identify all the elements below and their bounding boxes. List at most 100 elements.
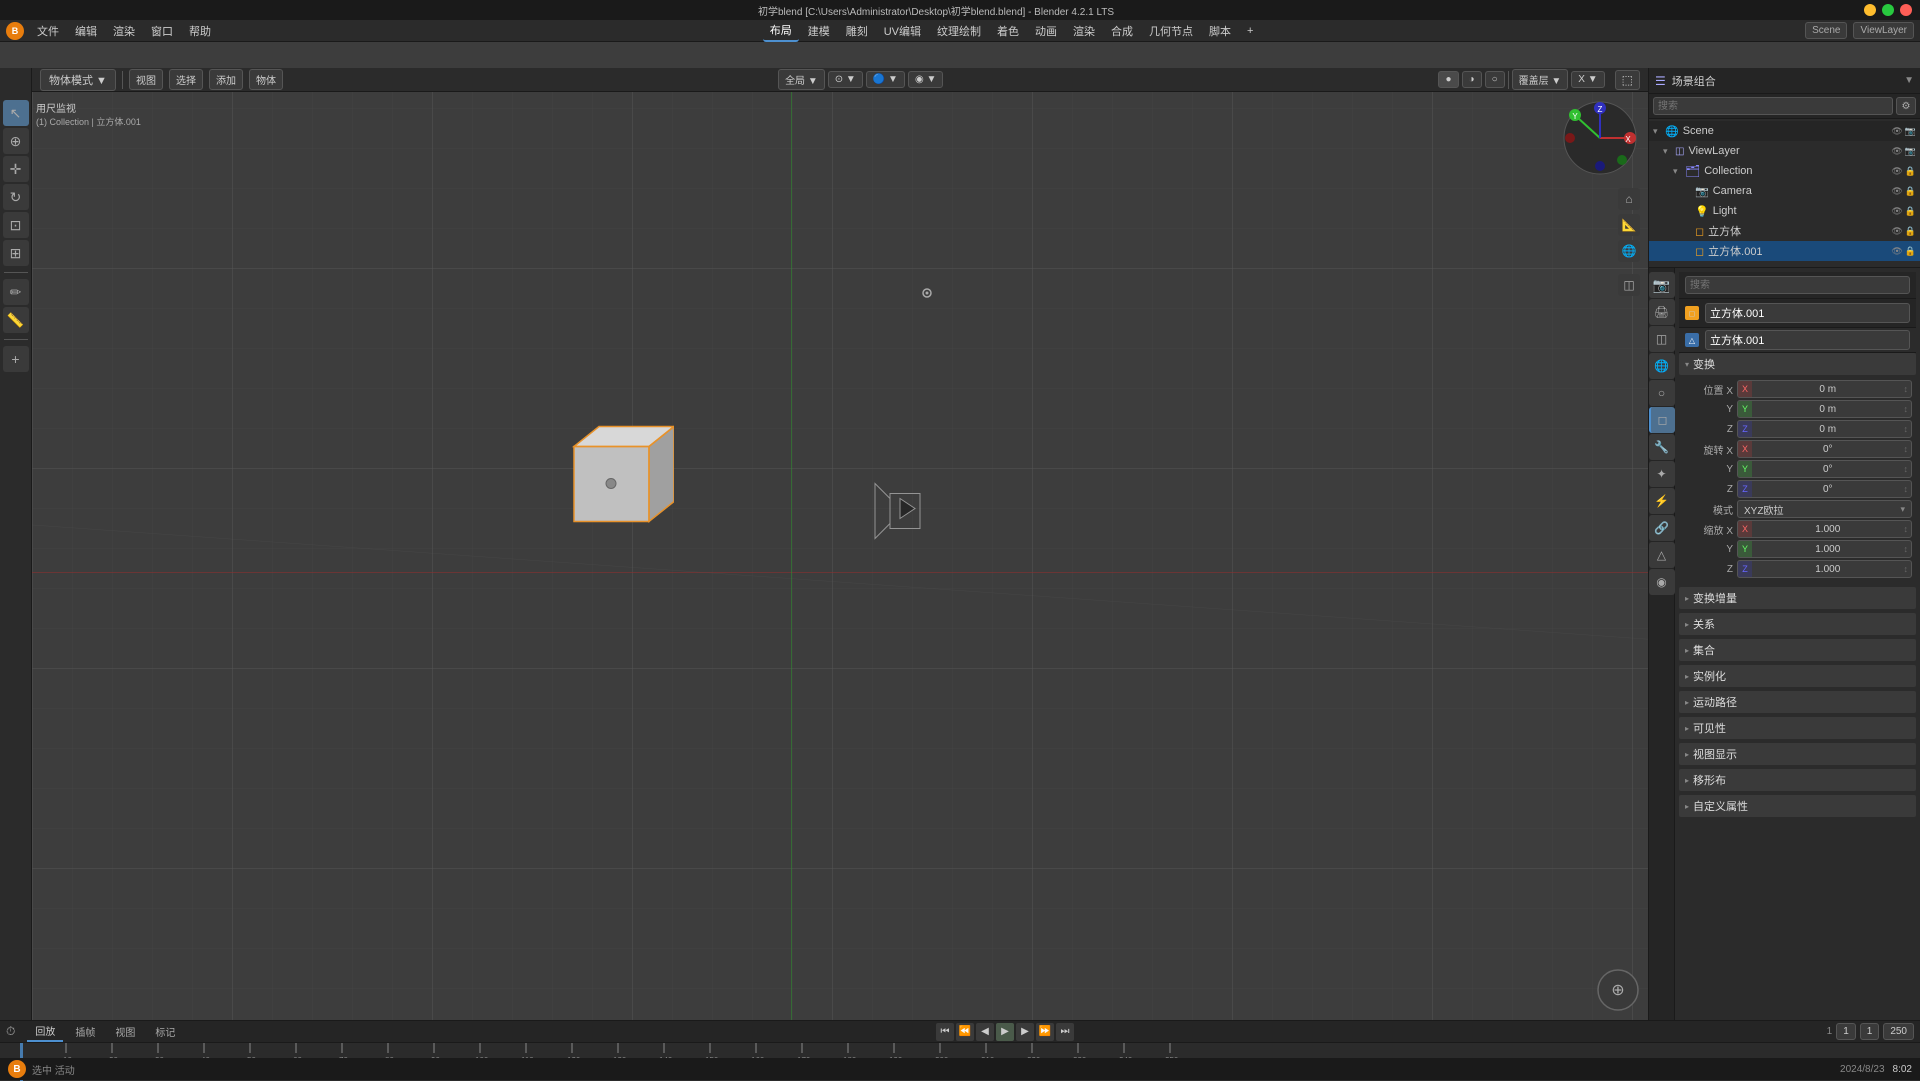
- prop-tab-scene[interactable]: 🌐: [1649, 353, 1675, 379]
- scale-x-field[interactable]: X 1.000 ↕: [1737, 520, 1912, 538]
- cube-eye[interactable]: 👁: [1891, 226, 1902, 237]
- light-eye[interactable]: 👁: [1891, 206, 1902, 217]
- current-frame-input[interactable]: 1: [1836, 1023, 1856, 1040]
- prop-tab-output[interactable]: 🖨: [1649, 299, 1675, 325]
- tool-cursor[interactable]: ⊕: [3, 128, 29, 154]
- viewport-gizmo-toggle[interactable]: X ▼: [1571, 71, 1604, 88]
- tl-tab-playback[interactable]: 回放: [27, 1021, 63, 1042]
- jump-start-btn[interactable]: ⏮: [936, 1023, 954, 1041]
- tab-modeling[interactable]: 建模: [801, 21, 837, 41]
- scene-camera-icon[interactable]: 📷: [1905, 126, 1916, 137]
- outliner-filter-icon[interactable]: ▼: [1904, 75, 1914, 86]
- cube-object[interactable]: [554, 406, 674, 529]
- tab-uv[interactable]: UV编辑: [877, 21, 928, 41]
- viewlayer-eye[interactable]: 👁: [1891, 146, 1902, 157]
- tool-transform[interactable]: ⊞: [3, 240, 29, 266]
- prop-tab-world[interactable]: ○: [1649, 380, 1675, 406]
- rotation-mode-select[interactable]: XYZ欧拉 ▾: [1737, 500, 1912, 518]
- outliner-item-light[interactable]: 💡 Light 👁 🔒: [1649, 201, 1920, 221]
- light-object[interactable]: [921, 287, 933, 302]
- custom-properties-header[interactable]: ▸ 自定义属性: [1679, 795, 1916, 817]
- prev-frame-btn[interactable]: ⏪: [956, 1023, 974, 1041]
- viewport-3d[interactable]: 物体模式 ▼ 视图 选择 添加 物体 全局 ▼ ⊙ ▼ 🔵 ▼ ◉ ▼ ● ◑ …: [32, 68, 1648, 1020]
- tl-tab-view[interactable]: 视图: [107, 1022, 143, 1041]
- viewport-shading-solid[interactable]: ●: [1438, 71, 1458, 88]
- collections-header[interactable]: ▸ 集合: [1679, 639, 1916, 661]
- viewport-object-menu[interactable]: 物体: [249, 69, 283, 90]
- proportional-edit[interactable]: ◉ ▼: [908, 71, 943, 88]
- tab-texture[interactable]: 纹理绘制: [930, 21, 988, 41]
- tab-render2[interactable]: 渲染: [1066, 21, 1102, 41]
- properties-search-input[interactable]: [1685, 276, 1910, 294]
- rot-y-field[interactable]: Y 0° ↕: [1737, 460, 1912, 478]
- tab-layout[interactable]: 布局: [763, 20, 799, 42]
- collection-eye[interactable]: 👁: [1891, 166, 1902, 177]
- play-btn[interactable]: ▶: [996, 1023, 1014, 1041]
- scene-eye-icon[interactable]: 👁: [1891, 126, 1902, 137]
- transform-global-selector[interactable]: 全局 ▼: [778, 69, 825, 90]
- snap-toggle[interactable]: 🔵 ▼: [866, 71, 905, 88]
- tool-add[interactable]: +: [3, 346, 29, 372]
- tl-tab-markers[interactable]: 标记: [147, 1022, 183, 1041]
- tool-annotate[interactable]: ✏: [3, 279, 29, 305]
- prop-tab-data[interactable]: △: [1649, 542, 1675, 568]
- mesh-name-input[interactable]: [1705, 330, 1910, 350]
- start-frame-input[interactable]: 1: [1860, 1023, 1880, 1040]
- jump-end-btn[interactable]: ⏭: [1056, 1023, 1074, 1041]
- zoom-extent-btn[interactable]: ⌂: [1618, 188, 1640, 210]
- perspective-toggle-btn[interactable]: 📐: [1618, 214, 1640, 236]
- outliner-filter-btn[interactable]: ⚙: [1896, 97, 1916, 115]
- outliner-item-cube[interactable]: ◻ 立方体 👁 🔒: [1649, 221, 1920, 241]
- menu-render[interactable]: 渲染: [106, 21, 142, 41]
- prop-tab-particles[interactable]: ✦: [1649, 461, 1675, 487]
- transform-pivot-selector[interactable]: ⊙ ▼: [828, 71, 863, 88]
- outliner-viewlayer[interactable]: ▾ ◫ ViewLayer 👁 📷: [1649, 141, 1920, 161]
- viewport-overlay-toggle[interactable]: 覆盖层 ▼: [1512, 69, 1569, 90]
- viewport-select-menu[interactable]: 选择: [169, 69, 203, 90]
- viewport-nav-circle[interactable]: ⊕: [1596, 968, 1640, 1012]
- cube001-eye[interactable]: 👁: [1891, 246, 1902, 257]
- cube-restrict[interactable]: 🔒: [1905, 226, 1916, 237]
- scale-z-field[interactable]: Z 1.000 ↕: [1737, 560, 1912, 578]
- tool-rotate[interactable]: ↻: [3, 184, 29, 210]
- menu-edit[interactable]: 编辑: [68, 21, 104, 41]
- tool-move[interactable]: ✛: [3, 156, 29, 182]
- tool-measure[interactable]: 📏: [3, 307, 29, 333]
- relations-header[interactable]: ▸ 关系: [1679, 613, 1916, 635]
- light-restrict[interactable]: 🔒: [1905, 206, 1916, 217]
- prop-tab-physics[interactable]: ⚡: [1649, 488, 1675, 514]
- prop-tab-render[interactable]: 📷: [1649, 272, 1675, 298]
- outliner-collection[interactable]: ▾ 🗂 Collection 👁 🔒: [1649, 161, 1920, 181]
- outliner-item-camera[interactable]: 📷 Camera 👁 🔒: [1649, 181, 1920, 201]
- view-layer-selector[interactable]: ViewLayer: [1853, 22, 1914, 39]
- close-button[interactable]: [1900, 4, 1912, 16]
- blender-logo[interactable]: B: [6, 22, 24, 40]
- motion-paths-header[interactable]: ▸ 运动路径: [1679, 691, 1916, 713]
- tab-compositing[interactable]: 合成: [1104, 21, 1140, 41]
- object-name-input[interactable]: [1705, 303, 1910, 323]
- camera-object[interactable]: [865, 479, 945, 552]
- loc-x-field[interactable]: X 0 m ↕: [1737, 380, 1912, 398]
- viewport-expand[interactable]: ⬚: [1615, 70, 1640, 90]
- cube001-restrict[interactable]: 🔒: [1905, 246, 1916, 257]
- tool-scale[interactable]: ⊡: [3, 212, 29, 238]
- end-frame-input[interactable]: 250: [1883, 1023, 1914, 1040]
- tab-sculpt[interactable]: 雕刻: [839, 21, 875, 41]
- prop-tab-material[interactable]: ◉: [1649, 569, 1675, 595]
- viewport-shading-material[interactable]: ◑: [1462, 71, 1482, 88]
- camera-eye[interactable]: 👁: [1891, 186, 1902, 197]
- visibility-header[interactable]: ▸ 可见性: [1679, 717, 1916, 739]
- instancing-header[interactable]: ▸ 实例化: [1679, 665, 1916, 687]
- rot-x-field[interactable]: X 0° ↕: [1737, 440, 1912, 458]
- prop-tab-constraints[interactable]: 🔗: [1649, 515, 1675, 541]
- tab-shading[interactable]: 着色: [990, 21, 1026, 41]
- next-frame-btn[interactable]: ⏩: [1036, 1023, 1054, 1041]
- viewport-display-header[interactable]: ▸ 视图显示: [1679, 743, 1916, 765]
- viewport-shading-render[interactable]: ○: [1485, 71, 1505, 88]
- delta-transform-header[interactable]: ▸ 变换增量: [1679, 587, 1916, 609]
- viewlayer-cam[interactable]: 📷: [1905, 146, 1916, 157]
- prop-tab-modifier[interactable]: 🔧: [1649, 434, 1675, 460]
- navigation-gizmo[interactable]: X Y Z: [1560, 98, 1640, 178]
- tab-scripting[interactable]: 脚本: [1202, 21, 1238, 41]
- menu-help[interactable]: 帮助: [182, 21, 218, 41]
